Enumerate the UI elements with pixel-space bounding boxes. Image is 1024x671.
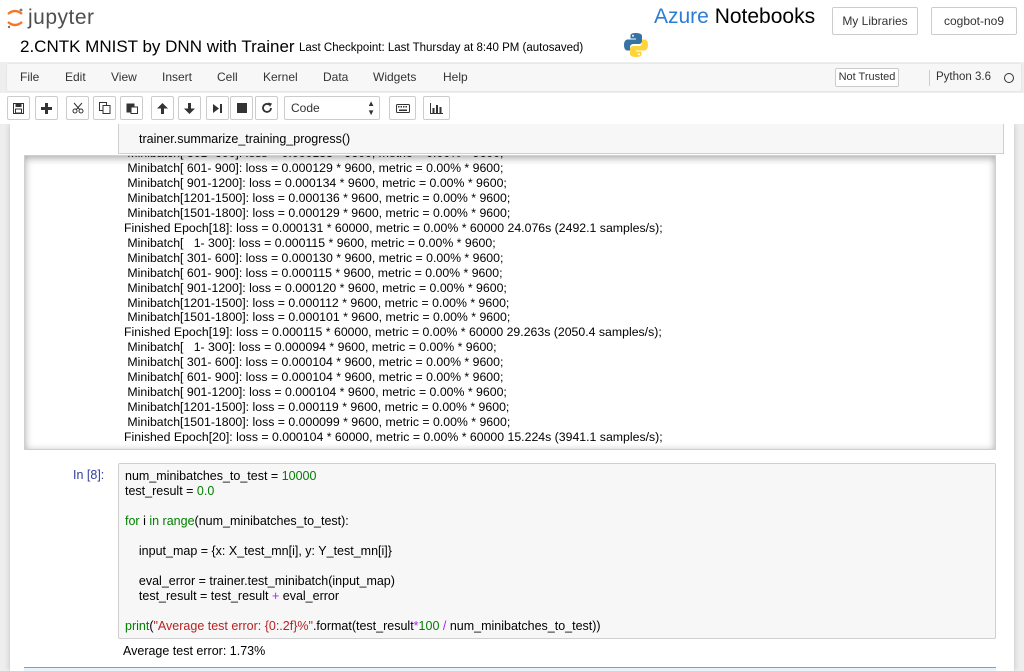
brand-azure: Azure — [654, 5, 709, 28]
notebook-area[interactable]: trainer.summarize_training_progress() Mi… — [0, 124, 1024, 671]
move-down-button[interactable] — [178, 96, 201, 120]
output-line: Finished Epoch[20]: loss = 0.000104 * 60… — [124, 430, 663, 445]
kernel-idle-indicator-icon — [1004, 73, 1014, 83]
output-line: Minibatch[ 601- 900]: loss = 0.000129 * … — [124, 160, 504, 175]
code-line-3: for i in range(num_minibatches_to_test): — [125, 514, 349, 528]
menu-edit[interactable]: Edit — [65, 70, 86, 84]
output-text: Minibatch[ 301- 600]: loss = 0.000133 * … — [124, 156, 663, 445]
cell-prompt: In [8]: — [73, 468, 105, 482]
menu-widgets[interactable]: Widgets — [373, 70, 416, 84]
output-line: Minibatch[ 301- 600]: loss = 0.000130 * … — [124, 250, 504, 265]
header: jupyter 2.CNTK MNIST by DNN with Trainer… — [0, 0, 1024, 62]
code-cell-input[interactable]: num_minibatches_to_test = 10000 test_res… — [118, 463, 996, 639]
menu-help[interactable]: Help — [443, 70, 468, 84]
previous-cell-input[interactable]: trainer.summarize_training_progress() — [118, 124, 1004, 154]
move-up-button[interactable] — [151, 96, 174, 120]
refresh-icon — [261, 102, 272, 113]
paste-icon — [126, 103, 138, 114]
menu-data[interactable]: Data — [323, 70, 348, 84]
user-account-button[interactable]: cogbot-no9 — [931, 7, 1017, 35]
arrow-up-icon — [157, 102, 168, 114]
select-arrows-icon: ▲ ▼ — [367, 99, 375, 117]
arrow-down-icon — [184, 102, 195, 114]
python-logo-icon — [624, 33, 648, 57]
cell-type-value: Code — [291, 101, 320, 115]
output-line: Minibatch[1201-1500]: loss = 0.000136 * … — [124, 190, 511, 205]
output-line: Minibatch[1501-1800]: loss = 0.000099 * … — [124, 415, 511, 430]
copy-icon — [98, 102, 110, 114]
save-button[interactable] — [7, 96, 30, 120]
cell-output-scroll-area[interactable]: Minibatch[ 301- 600]: loss = 0.000133 * … — [24, 155, 996, 450]
output-line: Minibatch[1501-1800]: loss = 0.000101 * … — [124, 310, 511, 325]
output-line: Minibatch[1201-1500]: loss = 0.000119 * … — [124, 400, 510, 415]
keyboard-icon — [395, 103, 410, 113]
step-forward-icon — [213, 103, 222, 113]
notebook-page: trainer.summarize_training_progress() Mi… — [10, 124, 1014, 671]
menu-kernel[interactable]: Kernel — [263, 70, 298, 84]
my-libraries-button[interactable]: My Libraries — [832, 7, 918, 35]
menubar: File Edit View Insert Cell Kernel Data W… — [6, 63, 1022, 92]
chart-button[interactable] — [423, 96, 450, 120]
output-line: Minibatch[ 601- 900]: loss = 0.000115 * … — [124, 265, 503, 280]
output-line: Minibatch[ 1- 300]: loss = 0.000094 * 96… — [124, 340, 497, 355]
menu-view[interactable]: View — [111, 70, 137, 84]
jupyter-logo-icon — [7, 8, 23, 29]
output-line: Minibatch[ 901-1200]: loss = 0.000120 * … — [124, 280, 507, 295]
code-line-1: num_minibatches_to_test = 10000 — [125, 469, 317, 483]
output-line: Minibatch[ 901-1200]: loss = 0.000134 * … — [124, 175, 507, 190]
menu-insert[interactable]: Insert — [162, 70, 192, 84]
code-line: trainer.summarize_training_progress() — [139, 132, 351, 146]
code-line-6: test_result = test_result + eval_error — [125, 589, 340, 603]
output-line: Minibatch[1201-1500]: loss = 0.000112 * … — [124, 295, 510, 310]
plus-icon — [41, 102, 52, 114]
menu-file[interactable]: File — [20, 70, 39, 84]
command-palette-button[interactable] — [389, 96, 416, 120]
output-line: Minibatch[ 901-1200]: loss = 0.000104 * … — [124, 385, 507, 400]
code-line-5: eval_error = trainer.test_minibatch(inpu… — [125, 574, 395, 588]
stop-icon — [236, 103, 247, 113]
paste-button[interactable] — [120, 96, 143, 120]
run-cell-button[interactable] — [206, 96, 229, 120]
restart-kernel-button[interactable] — [255, 96, 278, 120]
save-icon — [13, 102, 24, 114]
next-cell-selected-border[interactable] — [24, 667, 996, 671]
code-line-2: test_result = 0.0 — [125, 484, 215, 498]
output-line: Finished Epoch[18]: loss = 0.000131 * 60… — [124, 220, 663, 235]
interrupt-kernel-button[interactable] — [230, 96, 253, 120]
code-line-7: print("Average test error: {0:.2f}%".for… — [125, 619, 601, 633]
jupyter-logo-text: jupyter — [28, 6, 95, 29]
scissors-icon — [72, 102, 83, 114]
notebook-title[interactable]: 2.CNTK MNIST by DNN with Trainer — [20, 37, 295, 57]
kernel-separator — [929, 70, 930, 86]
cell-output-text: Average test error: 1.73% — [123, 644, 266, 658]
output-line: Minibatch[ 601- 900]: loss = 0.000104 * … — [124, 370, 504, 385]
insert-cell-button[interactable] — [35, 96, 58, 120]
kernel-name[interactable]: Python 3.6 — [936, 71, 991, 83]
toolbar: Code ▲ ▼ — [0, 93, 1024, 124]
code-line-4: input_map = {x: X_test_mn[i], y: Y_test_… — [125, 544, 392, 558]
checkpoint-status: Last Checkpoint: Last Thursday at 8:40 P… — [299, 42, 584, 54]
copy-button[interactable] — [93, 96, 116, 120]
output-line: Minibatch[ 301- 600]: loss = 0.000104 * … — [124, 355, 504, 370]
output-line: Minibatch[ 1- 300]: loss = 0.000115 * 96… — [124, 235, 496, 250]
output-line: Finished Epoch[19]: loss = 0.000115 * 60… — [124, 325, 662, 340]
menu-cell[interactable]: Cell — [217, 70, 238, 84]
jupyter-logo[interactable]: jupyter — [6, 6, 95, 30]
cut-button[interactable] — [66, 96, 89, 120]
azure-notebooks-brand: Azure Notebooks — [654, 5, 815, 29]
trust-status-button[interactable]: Not Trusted — [835, 68, 899, 87]
cell-type-select[interactable]: Code ▲ ▼ — [284, 96, 380, 120]
brand-notebooks: Notebooks — [714, 5, 816, 28]
bar-chart-icon — [430, 102, 443, 114]
output-line: Minibatch[1501-1800]: loss = 0.000129 * … — [124, 205, 511, 220]
